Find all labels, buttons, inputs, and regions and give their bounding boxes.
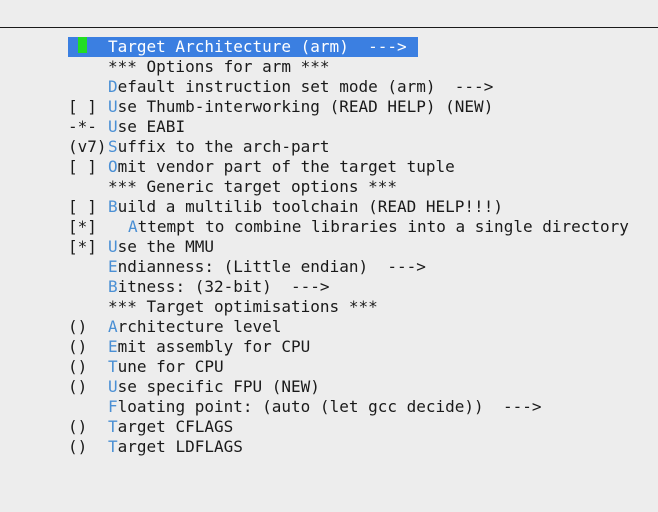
menu-item-hotkey: S <box>108 137 118 156</box>
menu-item-label: se specific FPU (NEW) <box>117 377 320 396</box>
menu-comment-target-optimisations: *** Target optimisations *** <box>68 297 658 317</box>
menu-item-hotkey: O <box>108 157 118 176</box>
menu-item-label: mit assembly for CPU <box>117 337 311 356</box>
menu-item-label: mit vendor part of the target tuple <box>117 157 455 176</box>
menu-item-label: itness: (32-bit) ---> <box>117 277 330 296</box>
menu-item-hotkey: E <box>108 257 118 276</box>
menu-item-prefix <box>68 177 108 197</box>
menu-item-hotkey: T <box>108 357 118 376</box>
menu-item-label: *** Target optimisations *** <box>108 297 378 316</box>
menu-item-label: rchitecture level <box>117 317 282 336</box>
menu-item-use-mmu[interactable]: [*] Use the MMU <box>68 237 658 257</box>
menu-item-value[interactable]: (v7) <box>68 137 108 157</box>
menu-item-specific-fpu[interactable]: () Use specific FPU (NEW) <box>68 377 658 397</box>
menu-item-hotkey: T <box>108 437 118 456</box>
menu-item-value[interactable]: () <box>68 317 108 337</box>
cursor-block-icon <box>78 37 87 53</box>
menu-item-label: *** Generic target options *** <box>108 177 397 196</box>
menu-item-value[interactable]: () <box>68 417 108 437</box>
menu-item-tune-cpu[interactable]: () Tune for CPU <box>68 357 658 377</box>
menu-item-target-ldflags[interactable]: () Target LDFLAGS <box>68 437 658 457</box>
menu-item-architecture-level[interactable]: () Architecture level <box>68 317 658 337</box>
menu-item-default-instruction-set[interactable]: Default instruction set mode (arm) ---> <box>68 77 658 97</box>
menu-item-checkbox[interactable]: [*] <box>68 237 108 257</box>
menu-item-hotkey: D <box>108 77 118 96</box>
menu-item-label: arget LDFLAGS <box>117 437 243 456</box>
menu-item-hotkey: U <box>108 97 118 116</box>
menu-item-value[interactable]: () <box>68 337 108 357</box>
menu-item-prefix <box>68 297 108 317</box>
menu-item-label: une for CPU <box>117 357 224 376</box>
menu-comment-options-for-arm: *** Options for arm *** <box>68 57 658 77</box>
menu-item-label: efault instruction set mode (arm) ---> <box>117 77 494 96</box>
menu-item-prefix <box>68 397 108 417</box>
menu-item-prefix <box>68 257 108 277</box>
menu-item-endianness[interactable]: Endianness: (Little endian) ---> <box>68 257 658 277</box>
menu-item-thumb-interworking[interactable]: [ ] Use Thumb-interworking (READ HELP) (… <box>68 97 658 117</box>
menu-item-label: Target Architecture (arm) ---> <box>108 37 407 56</box>
menu-item-prefix <box>68 57 108 77</box>
menu-item-target-architecture[interactable]: Target Architecture (arm) ---> <box>68 37 418 57</box>
menu-item-prefix <box>68 77 108 97</box>
menu-item-use-eabi[interactable]: -*- Use EABI <box>68 117 658 137</box>
menu-item-emit-assembly-cpu[interactable]: () Emit assembly for CPU <box>68 337 658 357</box>
terminal-top-bar <box>0 0 658 28</box>
menu-item-prefix <box>68 277 108 297</box>
menu-item-checkbox[interactable]: [*] <box>68 217 108 237</box>
menu-item-checkbox[interactable]: [ ] <box>68 157 108 177</box>
menu-item-omit-vendor[interactable]: [ ] Omit vendor part of the target tuple <box>68 157 658 177</box>
menu-item-label: uild a multilib toolchain (READ HELP!!!) <box>117 197 503 216</box>
menu-item-hotkey: U <box>108 237 118 256</box>
menu-item-value[interactable]: () <box>68 377 108 397</box>
menu-item-label: loating point: (auto (let gcc decide)) -… <box>117 397 542 416</box>
menu-item-label: uffix to the arch-part <box>117 137 330 156</box>
menu-item-hotkey: B <box>108 197 118 216</box>
menu-item-bitness[interactable]: Bitness: (32-bit) ---> <box>68 277 658 297</box>
menu-item-hotkey: E <box>108 337 118 356</box>
menuconfig-list: Target Architecture (arm) ---> *** Optio… <box>68 37 658 457</box>
menu-item-floating-point[interactable]: Floating point: (auto (let gcc decide)) … <box>68 397 658 417</box>
menu-item-hotkey: F <box>108 397 118 416</box>
menu-item-checkbox[interactable]: -*- <box>68 117 108 137</box>
menu-item-label: se the MMU <box>117 237 214 256</box>
menu-comment-generic-target-options: *** Generic target options *** <box>68 177 658 197</box>
menu-item-checkbox[interactable]: [ ] <box>68 97 108 117</box>
menu-item-label: ndianness: (Little endian) ---> <box>117 257 426 276</box>
menu-item-target-cflags[interactable]: () Target CFLAGS <box>68 417 658 437</box>
menu-item-hotkey: B <box>108 277 118 296</box>
menu-item-arch-suffix[interactable]: (v7) Suffix to the arch-part <box>68 137 658 157</box>
menu-item-hotkey: A <box>108 317 118 336</box>
menu-item-checkbox[interactable]: [ ] <box>68 197 108 217</box>
menu-item-hotkey: A <box>128 217 138 236</box>
menu-item-value[interactable]: () <box>68 437 108 457</box>
menu-item-label: arget CFLAGS <box>117 417 234 436</box>
menu-item-hotkey: U <box>108 117 118 136</box>
menu-item-hotkey: U <box>108 377 118 396</box>
menu-item-label: se EABI <box>117 117 186 136</box>
menu-item-value[interactable]: () <box>68 357 108 377</box>
menu-item-multilib-toolchain[interactable]: [ ] Build a multilib toolchain (READ HEL… <box>68 197 658 217</box>
menu-item-label: se Thumb-interworking (READ HELP) (NEW) <box>117 97 494 116</box>
menu-item-label: ttempt to combine libraries into a singl… <box>137 217 629 236</box>
menu-item-label: *** Options for arm *** <box>108 57 330 76</box>
menu-item-combine-libraries[interactable]: [*] Attempt to combine libraries into a … <box>68 217 658 237</box>
menu-item-hotkey: T <box>108 417 118 436</box>
